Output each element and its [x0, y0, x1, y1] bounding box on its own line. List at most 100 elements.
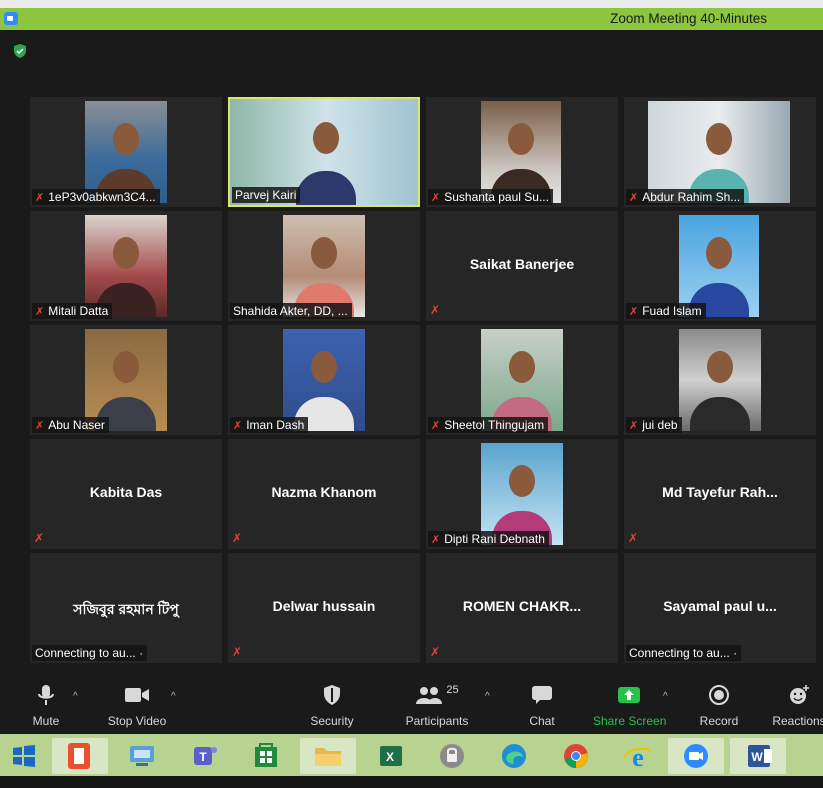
participant-tile[interactable]: ✗ Sheetol Thingujam: [426, 325, 618, 435]
video-camera-icon: [125, 688, 149, 702]
taskbar-monitor-icon[interactable]: [124, 738, 160, 774]
participant-tile[interactable]: Sayamal paul u... Connecting to au... ·: [624, 553, 816, 663]
record-icon: [709, 685, 729, 705]
mute-button[interactable]: Mute: [28, 682, 64, 728]
participant-silhouette: [113, 351, 139, 384]
participant-tile[interactable]: Saikat Banerjee ✗: [426, 211, 618, 321]
participant-tile[interactable]: ✗ Mitali Datta: [30, 211, 222, 321]
participant-tile[interactable]: Md Tayefur Rah... ✗: [624, 439, 816, 549]
participants-button[interactable]: 25 Participants: [402, 682, 472, 728]
participant-shirt: [296, 171, 356, 205]
zoom-icon: [684, 744, 708, 768]
video-caret-icon[interactable]: ^: [171, 691, 176, 702]
taskbar-office-button[interactable]: [52, 738, 108, 774]
participant-tile[interactable]: ✗ jui deb: [624, 325, 816, 435]
participant-silhouette: [509, 465, 535, 498]
participant-tile[interactable]: ✗ 1eP3v0abkwn3C4...: [30, 97, 222, 207]
taskbar-file-explorer-button[interactable]: [300, 738, 356, 774]
participant-silhouette: [113, 123, 139, 156]
participant-name-label: ✗ Abdur Rahim Sh...: [626, 189, 745, 205]
office-icon: [68, 743, 90, 769]
taskbar-chrome-icon[interactable]: [558, 738, 594, 774]
participant-video: [85, 101, 167, 203]
participant-video: [283, 215, 365, 317]
participant-name-label: ✗ Abu Naser: [32, 417, 109, 433]
muted-mic-icon: ✗: [35, 306, 45, 318]
mute-label: Mute: [32, 714, 60, 728]
participant-tile[interactable]: ✗ Abu Naser: [30, 325, 222, 435]
participant-name-center: Nazma Khanom: [271, 484, 377, 500]
mute-caret-icon[interactable]: ^: [73, 691, 78, 702]
chat-label: Chat: [529, 714, 555, 728]
taskbar-internet-explorer-icon[interactable]: e: [620, 738, 656, 774]
record-button[interactable]: Record: [697, 682, 741, 728]
participant-name-label: ✗ Sheetol Thingujam: [428, 417, 549, 433]
participant-silhouette: [706, 123, 732, 156]
encryption-shield-icon[interactable]: [12, 43, 28, 59]
participant-name: Shahida Akter, DD, ...: [233, 304, 348, 318]
taskbar-store-icon[interactable]: [248, 738, 284, 774]
share-screen-label: Share Screen: [593, 714, 667, 728]
participant-tile[interactable]: Kabita Das ✗: [30, 439, 222, 549]
title-bar: Zoom Meeting 40-Minutes: [0, 8, 823, 30]
participant-silhouette: [313, 122, 339, 155]
participant-tile[interactable]: ✗ Abdur Rahim Sh...: [624, 97, 816, 207]
microphone-icon: [38, 685, 54, 705]
participant-tile[interactable]: ✗ Sushanta paul Su...: [426, 97, 618, 207]
participant-tile[interactable]: Nazma Khanom ✗: [228, 439, 420, 549]
participant-name-label: ✗ Iman Dash: [230, 417, 309, 433]
participant-name-center: Md Tayefur Rah...: [662, 484, 778, 500]
chat-button[interactable]: Chat: [522, 682, 562, 728]
participant-name: Parvej Kairi: [235, 188, 297, 202]
participant-name-label: Connecting to au... ·: [626, 645, 742, 661]
participant-silhouette: [509, 351, 535, 384]
participant-name: 1eP3v0abkwn3C4...: [48, 190, 156, 204]
svg-text:e: e: [632, 743, 644, 772]
muted-mic-icon: ✗: [629, 306, 639, 318]
windows-start-icon[interactable]: [6, 738, 42, 774]
chat-bubble-icon: [532, 686, 552, 704]
reactions-button[interactable]: Reactions: [771, 682, 823, 728]
reactions-emoji-icon: [790, 685, 809, 704]
taskbar-teams-icon[interactable]: T: [186, 738, 222, 774]
participant-tile[interactable]: Shahida Akter, DD, ...: [228, 211, 420, 321]
participant-tile[interactable]: ✗ Fuad Islam: [624, 211, 816, 321]
taskbar-edge-icon[interactable]: [496, 738, 532, 774]
share-screen-button[interactable]: Share Screen: [593, 682, 667, 728]
participant-tile[interactable]: ✗ Dipti Rani Debnath: [426, 439, 618, 549]
muted-mic-icon: ✗: [34, 531, 45, 545]
participant-name-center: Delwar hussain: [272, 598, 376, 614]
participant-tile[interactable]: সজিবুর রহমান টিপু Connecting to au... ·: [30, 553, 222, 663]
participant-name-center: Saikat Banerjee: [469, 256, 575, 272]
participants-caret-icon[interactable]: ^: [485, 691, 490, 702]
participant-name-label: Shahida Akter, DD, ...: [230, 303, 352, 319]
participant-name-label: ✗ Mitali Datta: [32, 303, 113, 319]
participant-tile[interactable]: Delwar hussain ✗: [228, 553, 420, 663]
muted-mic-icon: ✗: [233, 420, 243, 432]
participant-tile[interactable]: ROMEN CHAKR... ✗: [426, 553, 618, 663]
taskbar-vpn-lock-icon[interactable]: [434, 738, 470, 774]
taskbar-zoom-button[interactable]: [668, 738, 724, 774]
participant-name: jui deb: [642, 418, 678, 432]
participant-video: [679, 215, 759, 317]
stop-video-button[interactable]: Stop Video: [104, 682, 170, 728]
muted-mic-icon: ✗: [35, 420, 45, 432]
participant-name: Sushanta paul Su...: [444, 190, 549, 204]
security-shield-icon: [324, 685, 340, 705]
meeting-toolbar: Mute ^ Stop Video ^ Security 25 Particip…: [0, 682, 823, 734]
participant-silhouette: [707, 351, 733, 384]
participant-silhouette: [706, 237, 732, 270]
participant-tile[interactable]: ✗ Iman Dash: [228, 325, 420, 435]
share-caret-icon[interactable]: ^: [663, 691, 668, 702]
participant-tile-active-speaker[interactable]: Parvej Kairi: [228, 97, 420, 207]
taskbar-word-button[interactable]: W: [730, 738, 786, 774]
participant-name: Abu Naser: [48, 418, 105, 432]
participant-name: Fuad Islam: [642, 304, 702, 318]
participant-shirt: [690, 397, 750, 431]
security-label: Security: [310, 714, 354, 728]
participant-name-label: ✗ Sushanta paul Su...: [428, 189, 553, 205]
svg-text:T: T: [199, 750, 207, 764]
security-button[interactable]: Security: [307, 682, 357, 728]
taskbar-excel-icon[interactable]: X: [372, 738, 408, 774]
windows-taskbar: T X e W: [0, 734, 823, 776]
